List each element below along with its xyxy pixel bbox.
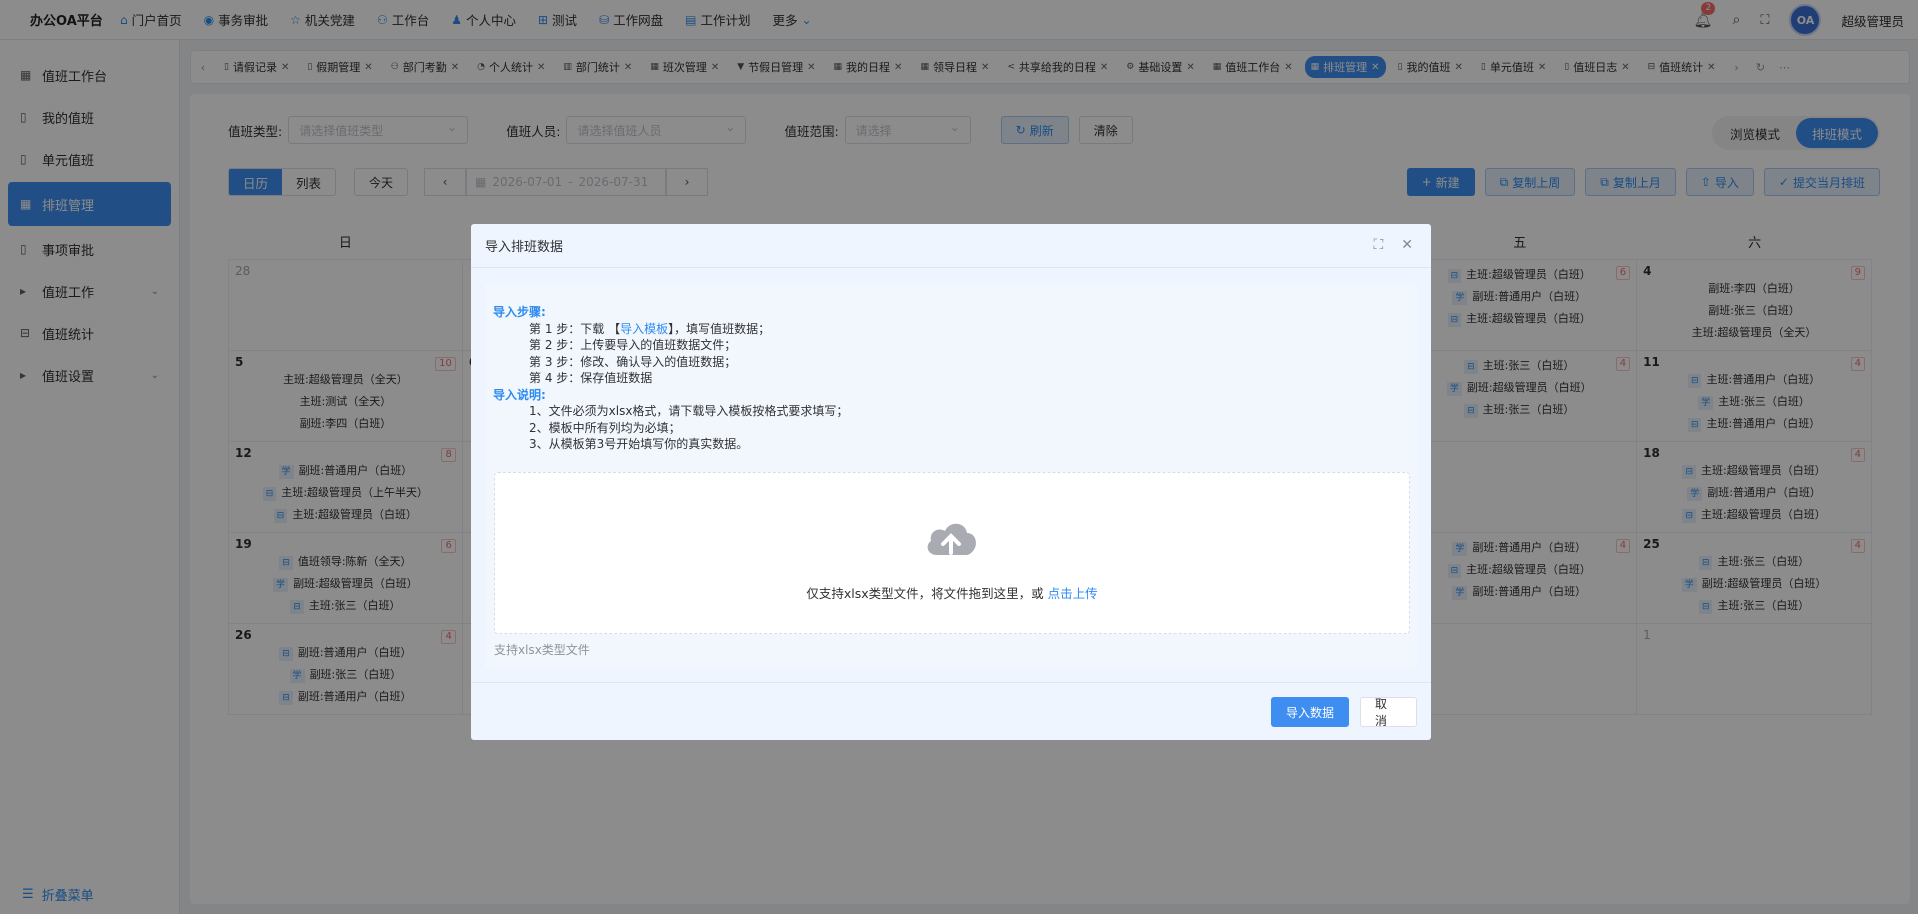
import-dialog: 导入排班数据 ⛶ ✕ 导入步骤: 第 1 步：下载 【导入模板】，填写值班数据；…	[471, 224, 1431, 740]
click-upload-link[interactable]: 点击上传	[1048, 586, 1098, 601]
notes-title: 导入说明:	[493, 387, 546, 402]
cancel-button[interactable]: 取 消	[1360, 697, 1417, 728]
note-3: 3、从模板第3号开始填写你的真实数据。	[529, 437, 749, 451]
note-1: 1、文件必须为xlsx格式，请下载导入模板按格式要求填写；	[529, 404, 849, 418]
step-1: 第 1 步：下载 【导入模板】，填写值班数据；	[493, 321, 848, 338]
note-2: 2、模板中所有列均为必填；	[529, 420, 681, 435]
maximize-icon[interactable]: ⛶	[1373, 237, 1383, 253]
upload-tip: 支持xlsx类型文件	[494, 643, 590, 657]
dialog-body: 导入步骤: 第 1 步：下载 【导入模板】，填写值班数据； 第 2 步：上传要导…	[485, 284, 1417, 668]
step-1-suffix: 】，填写值班数据；	[668, 321, 771, 336]
close-icon[interactable]: ✕	[1401, 237, 1413, 253]
steps-title: 导入步骤:	[493, 305, 546, 319]
upload-dropzone[interactable]: 仅支持xlsx类型文件，将文件拖到这里，或 点击上传	[494, 472, 1410, 634]
step-1-prefix: 第 1 步：下载 【	[529, 321, 621, 336]
upload-cloud-icon	[927, 523, 976, 555]
dialog-title: 导入排班数据	[485, 240, 564, 255]
dialog-controls: ⛶ ✕	[1373, 237, 1413, 253]
import-data-button[interactable]: 导入数据	[1271, 697, 1349, 727]
dialog-footer: 导入数据 取 消	[471, 682, 1431, 740]
import-instructions: 导入步骤: 第 1 步：下载 【导入模板】，填写值班数据； 第 2 步：上传要导…	[493, 304, 848, 453]
step-4: 第 4 步：保存值班数据	[529, 371, 653, 385]
dropzone-text: 仅支持xlsx类型文件，将文件拖到这里，或 点击上传	[495, 583, 1409, 602]
download-template-link[interactable]: 导入模板	[620, 322, 668, 336]
step-3: 第 3 步：修改、确认导入的值班数据；	[529, 354, 737, 369]
dialog-header: 导入排班数据 ⛶ ✕	[471, 224, 1431, 268]
dropzone-hint: 仅支持xlsx类型文件，将文件拖到这里，或	[806, 586, 1044, 601]
step-2: 第 2 步：上传要导入的值班数据文件；	[529, 338, 737, 352]
